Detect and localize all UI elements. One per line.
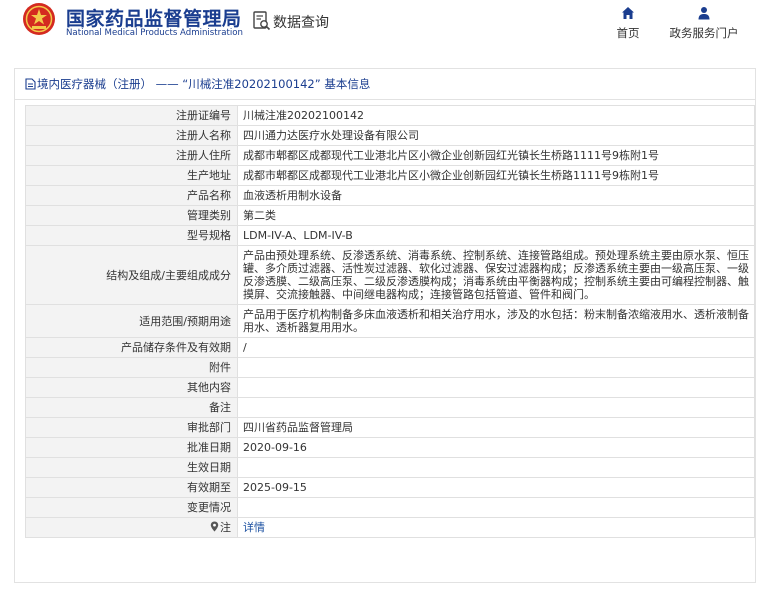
details-link[interactable]: 详情 (243, 521, 265, 534)
field-value: 四川通力达医疗水处理设备有限公司 (237, 125, 755, 146)
table-row: 结构及组成/主要组成成分 产品由预处理系统、反渗透系统、消毒系统、控制系统、连接管… (25, 245, 755, 305)
field-value: 产品由预处理系统、反渗透系统、消毒系统、控制系统、连接管路组成。预处理系统主要由… (237, 245, 755, 305)
field-value: / (237, 337, 755, 358)
emblem-icon (23, 3, 55, 35)
field-value (237, 377, 755, 398)
field-label: 有效期至 (25, 477, 238, 498)
table-row: 有效期至 2025-09-15 (25, 477, 755, 498)
field-value (237, 357, 755, 378)
field-label: 注册证编号 (25, 105, 238, 126)
table-row: 型号规格 LDM-IV-A、LDM-IV-B (25, 225, 755, 246)
note-value-cell: 详情 (237, 517, 755, 538)
field-label: 生效日期 (25, 457, 238, 478)
search-document-icon (253, 11, 271, 31)
field-label: 注册人住所 (25, 145, 238, 166)
table-row: 附件 (25, 357, 755, 378)
table-row: 批准日期 2020-09-16 (25, 437, 755, 458)
table-row-note: 注详情 (25, 517, 755, 538)
detail-panel: 境内医疗器械（注册） —— “川械注准20202100142” 基本信息 注册证… (14, 68, 756, 583)
field-value: 第二类 (237, 205, 755, 226)
site-title[interactable]: 国家药品监督管理局 (66, 4, 242, 31)
note-label: 注 (220, 521, 231, 534)
table-row: 适用范围/预期用途 产品用于医疗机构制备多床血液透析和相关治疗用水，涉及的水包括：… (25, 304, 755, 338)
field-value: 四川省药品监督管理局 (237, 417, 755, 438)
nav-home[interactable]: 首页 (612, 6, 644, 41)
field-value: 川械注准20202100142 (237, 105, 755, 126)
field-value: 成都市郫都区成都现代工业港北片区小微企业创新园红光镇长生桥路1111号9栋附1号 (237, 165, 755, 186)
site-subtitle: National Medical Products Administration (66, 28, 243, 38)
field-value: 产品用于医疗机构制备多床血液透析和相关治疗用水，涉及的水包括：粉末制备浓缩液用水… (237, 304, 755, 338)
field-value (237, 497, 755, 518)
field-label: 产品储存条件及有效期 (25, 337, 238, 358)
field-label: 管理类别 (25, 205, 238, 226)
field-value: 血液透析用制水设备 (237, 185, 755, 206)
field-label: 注册人名称 (25, 125, 238, 146)
table-row: 生产地址 成都市郫都区成都现代工业港北片区小微企业创新园红光镇长生桥路1111号9… (25, 165, 755, 186)
field-label: 变更情况 (25, 497, 238, 518)
table-row: 生效日期 (25, 457, 755, 478)
nav-home-label: 首页 (616, 26, 640, 40)
field-value (237, 457, 755, 478)
pin-icon (210, 521, 219, 532)
field-label: 适用范围/预期用途 (25, 304, 238, 338)
field-label: 其他内容 (25, 377, 238, 398)
site-header: 国家药品监督管理局 National Medical Products Admi… (0, 0, 762, 54)
table-row: 产品名称 血液透析用制水设备 (25, 185, 755, 206)
nav-service-portal[interactable]: 政务服务门户 (666, 6, 742, 41)
table-row: 注册人名称 四川通力达医疗水处理设备有限公司 (25, 125, 755, 146)
field-value: 2020-09-16 (237, 437, 755, 458)
table-row: 注册人住所 成都市郫都区成都现代工业港北片区小微企业创新园红光镇长生桥路1111号… (25, 145, 755, 166)
field-label: 产品名称 (25, 185, 238, 206)
breadcrumb: 境内医疗器械（注册） —— “川械注准20202100142” 基本信息 (15, 69, 755, 100)
field-value: 2025-09-15 (237, 477, 755, 498)
nav-service-portal-label: 政务服务门户 (669, 26, 739, 40)
table-row: 注册证编号 川械注准20202100142 (25, 105, 755, 126)
table-row: 其他内容 (25, 377, 755, 398)
table-row: 审批部门 四川省药品监督管理局 (25, 417, 755, 438)
breadcrumb-label[interactable]: 境内医疗器械（注册） —— “川械注准20202100142” 基本信息 (37, 77, 370, 91)
field-label: 结构及组成/主要组成成分 (25, 245, 238, 305)
breadcrumb-text: 境内医疗器械（注册） —— “川械注准20202100142” 基本信息 (25, 76, 370, 92)
field-label: 型号规格 (25, 225, 238, 246)
data-query-label: 数据查询 (273, 15, 329, 31)
field-value (237, 397, 755, 418)
registration-info-table: 注册证编号 川械注准20202100142 注册人名称 四川通力达医疗水处理设备有限公… (25, 105, 755, 538)
field-label: 备注 (25, 397, 238, 418)
field-label: 生产地址 (25, 165, 238, 186)
table-row: 备注 (25, 397, 755, 418)
user-icon (698, 7, 710, 20)
field-value: LDM-IV-A、LDM-IV-B (237, 225, 755, 246)
field-label: 审批部门 (25, 417, 238, 438)
field-label: 批准日期 (25, 437, 238, 458)
note-label-cell: 注 (25, 517, 238, 538)
table-row: 产品储存条件及有效期 / (25, 337, 755, 358)
home-icon (622, 7, 634, 19)
field-label: 附件 (25, 357, 238, 378)
table-row: 变更情况 (25, 497, 755, 518)
table-row: 管理类别 第二类 (25, 205, 755, 226)
field-value: 成都市郫都区成都现代工业港北片区小微企业创新园红光镇长生桥路1111号9栋附1号 (237, 145, 755, 166)
document-icon (25, 78, 36, 90)
